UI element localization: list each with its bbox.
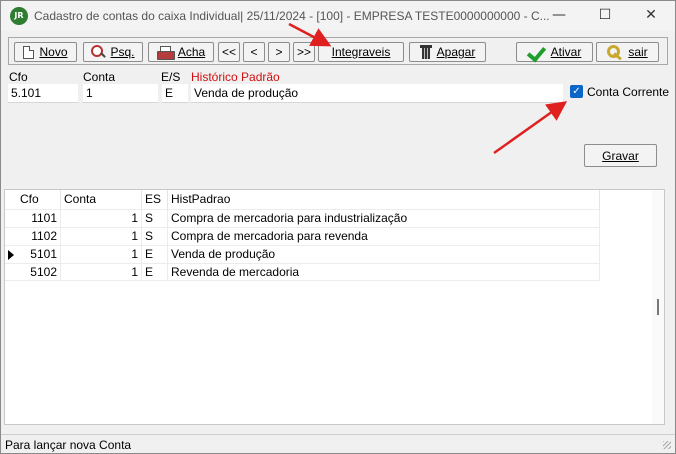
novo-button[interactable]: Novo <box>14 42 77 62</box>
gravar-label: Gravar <box>602 148 639 163</box>
column-header-histpadrao[interactable]: HistPadrao <box>168 190 600 209</box>
apagar-button[interactable]: Apagar <box>409 42 486 62</box>
last-record-label: >> <box>296 45 311 59</box>
cell-conta: 1 <box>61 228 142 245</box>
printer-icon <box>156 45 175 60</box>
historico-label: Histórico Padrão <box>191 70 280 84</box>
es-field[interactable] <box>161 83 189 103</box>
sair-button[interactable]: sair <box>596 42 659 62</box>
prev-record-label: < <box>250 45 258 59</box>
conta-corrente-checkbox[interactable]: ✓ <box>570 85 583 98</box>
status-text: Para lançar nova Conta <box>5 438 132 452</box>
cell-histpadrao: Revenda de mercadoria <box>168 264 600 281</box>
psq-label: Psq. <box>110 45 135 59</box>
integraveis-button[interactable]: Integraveis <box>318 42 404 62</box>
column-header-cfo[interactable]: Cfo <box>17 190 61 209</box>
trash-icon <box>419 45 432 59</box>
cell-histpadrao: Compra de mercadoria para revenda <box>168 228 600 245</box>
window-title: Cadastro de contas do caixa Individual| … <box>34 9 550 23</box>
cell-conta: 1 <box>61 246 142 263</box>
next-record-label: > <box>275 45 283 59</box>
cell-cfo: 1102 <box>17 228 61 245</box>
column-header-conta[interactable]: Conta <box>61 190 142 209</box>
grid-header: Cfo Conta ES HistPadrao <box>5 190 600 209</box>
ativar-label: Ativar <box>550 45 582 59</box>
apagar-label: Apagar <box>436 45 476 59</box>
cell-cfo: 5102 <box>17 264 61 281</box>
cell-conta: 1 <box>61 210 142 227</box>
conta-corrente-label[interactable]: Conta Corrente <box>587 85 669 99</box>
conta-field[interactable] <box>82 83 159 103</box>
table-row[interactable]: 5102 1 E Revenda de mercadoria <box>5 263 600 281</box>
last-record-button[interactable]: >> <box>293 42 315 62</box>
integraveis-label: Integraveis <box>331 45 391 59</box>
first-record-button[interactable]: << <box>218 42 240 62</box>
cell-es: S <box>142 210 168 227</box>
sair-label: sair <box>628 45 648 59</box>
resize-grip-icon[interactable] <box>663 441 671 449</box>
next-record-button[interactable]: > <box>268 42 290 62</box>
es-label: E/S <box>161 70 181 84</box>
table-row[interactable]: 1101 1 S Compra de mercadoria para indus… <box>5 209 600 227</box>
table-row[interactable]: 1102 1 S Compra de mercadoria para reven… <box>5 227 600 245</box>
ativar-button[interactable]: Ativar <box>516 42 593 62</box>
scrollbar-thumb[interactable] <box>657 299 659 315</box>
new-document-icon <box>23 45 35 59</box>
status-bar: Para lançar nova Conta <box>1 434 675 453</box>
main-window: JR Cadastro de contas do caixa Individua… <box>0 0 676 454</box>
title-bar: JR Cadastro de contas do caixa Individua… <box>1 1 675 31</box>
gravar-button[interactable]: Gravar <box>584 144 657 167</box>
close-button[interactable]: ✕ <box>628 1 674 31</box>
magnifier-icon <box>91 45 105 59</box>
cell-es: E <box>142 264 168 281</box>
cell-histpadrao: Compra de mercadoria para industrializaç… <box>168 210 600 227</box>
cfo-field[interactable] <box>7 83 79 103</box>
minimize-button[interactable]: — <box>536 1 582 31</box>
maximize-button[interactable]: ☐ <box>582 1 628 31</box>
first-record-label: << <box>221 45 236 59</box>
acha-label: Acha <box>177 45 206 59</box>
app-logo-icon: JR <box>10 7 28 25</box>
conta-label: Conta <box>83 70 116 84</box>
acha-button[interactable]: Acha <box>148 42 214 62</box>
novo-label: Novo <box>39 45 68 59</box>
cell-es: S <box>142 228 168 245</box>
cell-conta: 1 <box>61 264 142 281</box>
toolbar: Novo Psq. Acha << < > >> Integraveis Apa… <box>8 37 668 65</box>
current-row-indicator-icon <box>8 250 14 260</box>
table-row-current[interactable]: 5101 1 E Venda de produção <box>5 245 600 263</box>
psq-button[interactable]: Psq. <box>83 42 143 62</box>
cell-histpadrao: Venda de produção <box>168 246 600 263</box>
green-check-icon <box>528 45 546 59</box>
cfo-label: Cfo <box>9 70 28 84</box>
key-icon <box>607 45 623 59</box>
cell-es: E <box>142 246 168 263</box>
cell-cfo: 1101 <box>17 210 61 227</box>
prev-record-button[interactable]: < <box>243 42 265 62</box>
accounts-grid[interactable]: Cfo Conta ES HistPadrao 1101 1 S Compra … <box>4 189 665 425</box>
historico-field[interactable] <box>190 83 564 103</box>
column-header-es[interactable]: ES <box>142 190 168 209</box>
grid-vertical-scrollbar[interactable] <box>652 190 664 424</box>
cell-cfo: 5101 <box>17 246 61 263</box>
